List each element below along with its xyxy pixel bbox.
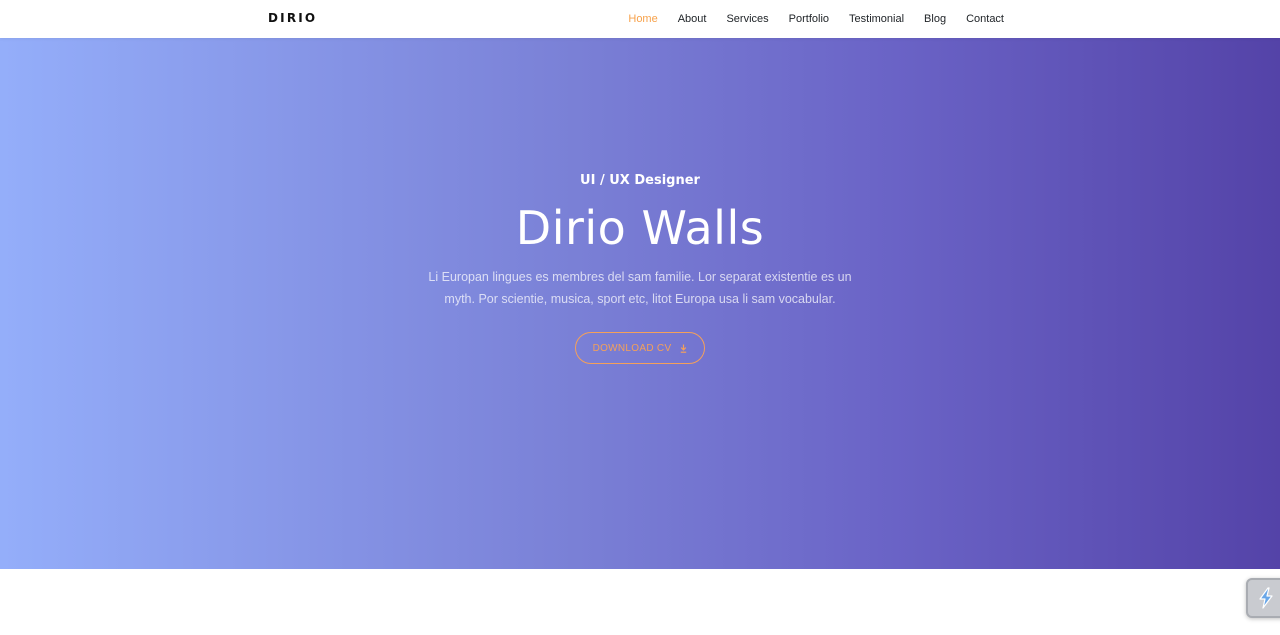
floating-widget-button[interactable] (1246, 578, 1280, 618)
download-icon (681, 344, 687, 353)
brand-logo[interactable]: DIRIO (268, 11, 317, 25)
nav-link-about[interactable]: About (678, 13, 707, 25)
nav-link-contact[interactable]: Contact (966, 13, 1004, 25)
hero-content: UI / UX Designer Dirio Walls Li Europan … (0, 172, 1280, 364)
nav-link-home[interactable]: Home (628, 13, 657, 25)
nav-link-services[interactable]: Services (726, 13, 768, 25)
nav-link-blog[interactable]: Blog (924, 13, 946, 25)
hero-subtitle: UI / UX Designer (580, 173, 700, 188)
hero-section: UI / UX Designer Dirio Walls Li Europan … (0, 38, 1280, 569)
nav-item-home: Home (608, 13, 657, 25)
nav-item-blog: Blog (904, 13, 946, 25)
nav-item-testimonial: Testimonial (829, 13, 904, 25)
nav-item-about: About (658, 13, 707, 25)
nav-item-portfolio: Portfolio (769, 13, 829, 25)
lightning-icon (1259, 587, 1273, 609)
nav-item-services: Services (706, 13, 768, 25)
nav-link-portfolio[interactable]: Portfolio (789, 13, 829, 25)
download-cv-button[interactable]: DOWNLOAD CV (575, 332, 705, 364)
hero-description: Li Europan lingues es membres del sam fa… (428, 270, 852, 306)
nav-item-contact: Contact (946, 13, 1004, 25)
download-cv-label: DOWNLOAD CV (592, 342, 672, 354)
nav-menu: Home About Services Portfolio Testimonia… (608, 0, 1004, 38)
navbar: DIRIO Home About Services Portfolio Test… (0, 0, 1280, 38)
nav-link-testimonial[interactable]: Testimonial (849, 13, 904, 25)
hero-title: Dirio Walls (515, 201, 765, 255)
next-section (0, 569, 1280, 635)
